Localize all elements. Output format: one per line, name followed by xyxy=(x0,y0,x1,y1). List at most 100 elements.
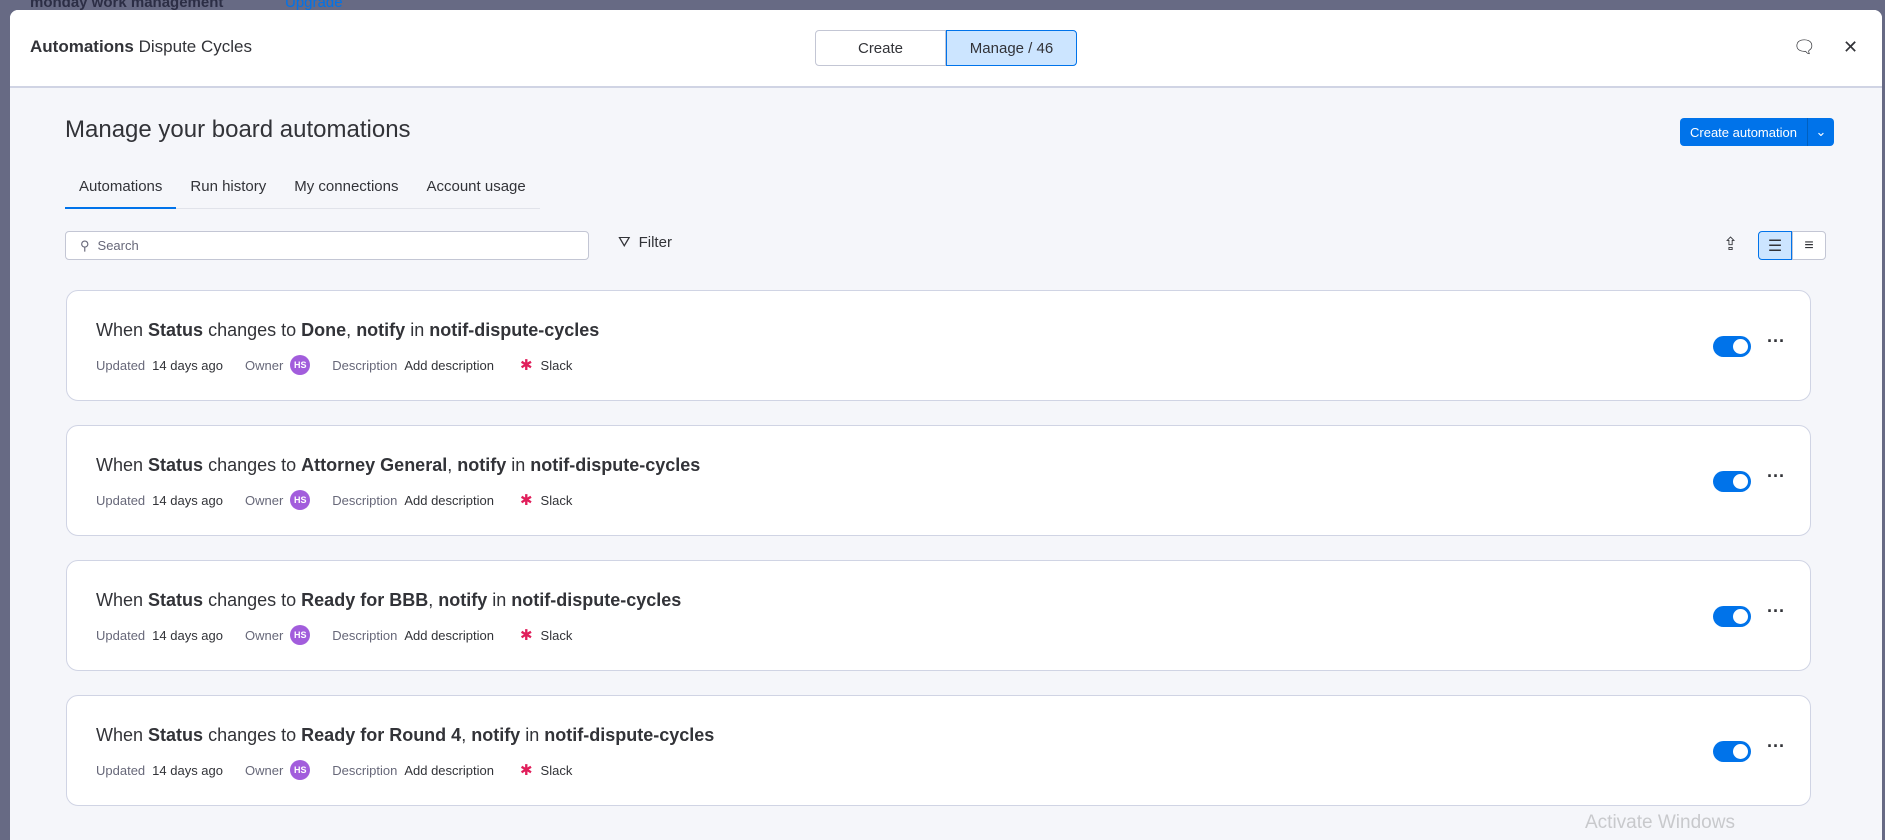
more-options-icon[interactable]: ··· xyxy=(1767,331,1785,352)
slack-icon: ✱ xyxy=(519,627,533,644)
recipe-text: When xyxy=(96,590,144,610)
tab-account-usage[interactable]: Account usage xyxy=(412,174,539,208)
recipe-text: When xyxy=(96,725,144,745)
automation-recipe[interactable]: When Status changes to Attorney General,… xyxy=(96,455,700,476)
avatar[interactable]: HS xyxy=(290,355,311,375)
recipe-value: Attorney General xyxy=(301,455,448,475)
view-switch: ☰ ≡ xyxy=(1758,231,1826,260)
chevron-down-icon[interactable]: ⌄ xyxy=(1808,118,1834,146)
description-label: Description xyxy=(332,492,398,508)
tabs: Automations Run history My connections A… xyxy=(65,174,540,209)
filter-icon: ⛛ xyxy=(618,234,631,251)
export-icon[interactable]: ⇪ xyxy=(1723,234,1738,255)
slack-icon: ✱ xyxy=(519,357,533,374)
automation-toggle[interactable] xyxy=(1713,741,1751,762)
integration-name: Slack xyxy=(540,762,573,778)
automation-card[interactable]: When Status changes to Ready for BBB, no… xyxy=(66,560,1811,671)
recipe-text: in xyxy=(511,455,526,475)
scroll-up-icon[interactable]: ▲ xyxy=(1881,300,1882,310)
automation-recipe[interactable]: When Status changes to Done, notify in n… xyxy=(96,320,599,341)
automations-modal: Automations Dispute Cycles Create Manage… xyxy=(10,10,1882,840)
recipe-value: Ready for Round 4 xyxy=(301,725,462,745)
avatar[interactable]: HS xyxy=(290,760,311,780)
automation-card[interactable]: When Status changes to Done, notify in n… xyxy=(66,290,1811,401)
updated-value: 14 days ago xyxy=(152,357,223,373)
recipe-text: When xyxy=(96,320,144,340)
recipe-action: notify xyxy=(438,590,488,610)
search-placeholder: Search xyxy=(97,238,139,253)
create-automation-button[interactable]: Create automation ⌄ xyxy=(1680,118,1834,146)
board-name: Dispute Cycles xyxy=(138,37,252,56)
filter-label: Filter xyxy=(638,234,672,251)
recipe-value: Done xyxy=(301,320,347,340)
more-options-icon[interactable]: ··· xyxy=(1767,736,1785,757)
create-tab[interactable]: Create xyxy=(815,30,946,66)
owner-label: Owner xyxy=(245,762,284,778)
updated-label: Updated xyxy=(96,762,146,778)
automation-card[interactable]: When Status changes to Attorney General,… xyxy=(66,425,1811,536)
tab-my-connections[interactable]: My connections xyxy=(280,174,412,208)
add-description-link[interactable]: Add description xyxy=(404,763,494,778)
integration-name: Slack xyxy=(540,627,573,643)
recipe-text: in xyxy=(525,725,540,745)
add-description-link[interactable]: Add description xyxy=(404,358,494,373)
add-description-link[interactable]: Add description xyxy=(404,493,494,508)
feedback-icon[interactable]: 🗨 xyxy=(1793,37,1816,58)
automation-meta: Updated 14 days ago Owner HS Description Ad… xyxy=(96,760,572,780)
modal-title: Automations Dispute Cycles xyxy=(30,37,252,57)
avatar[interactable]: HS xyxy=(290,625,311,645)
recipe-text: changes to xyxy=(208,725,297,745)
avatar[interactable]: HS xyxy=(290,490,311,510)
filter-button[interactable]: ⛛ Filter xyxy=(618,234,672,251)
recipe-text: changes to xyxy=(208,590,297,610)
windows-watermark: Activate Windows xyxy=(1585,812,1735,833)
more-options-icon[interactable]: ··· xyxy=(1767,466,1785,487)
title-automations: Automations xyxy=(30,37,134,56)
mode-switch: Create Manage / 46 xyxy=(815,30,1077,66)
recipe-text: changes to xyxy=(208,455,297,475)
owner-label: Owner xyxy=(245,492,284,508)
card-view-icon[interactable]: ☰ xyxy=(1758,231,1792,260)
recipe-channel: notif-dispute-cycles xyxy=(530,455,701,475)
description-label: Description xyxy=(332,627,398,643)
automation-recipe[interactable]: When Status changes to Ready for Round 4… xyxy=(96,725,714,746)
manage-tab[interactable]: Manage / 46 xyxy=(946,30,1077,66)
recipe-channel: notif-dispute-cycles xyxy=(544,725,715,745)
recipe-channel: notif-dispute-cycles xyxy=(511,590,682,610)
automation-recipe[interactable]: When Status changes to Ready for BBB, no… xyxy=(96,590,681,611)
recipe-action: notify xyxy=(471,725,521,745)
recipe-field: Status xyxy=(148,320,204,340)
owner-label: Owner xyxy=(245,627,284,643)
recipe-text: in xyxy=(492,590,507,610)
updated-value: 14 days ago xyxy=(152,627,223,643)
recipe-text: in xyxy=(410,320,425,340)
add-description-link[interactable]: Add description xyxy=(404,628,494,643)
slack-icon: ✱ xyxy=(519,492,533,509)
updated-label: Updated xyxy=(96,492,146,508)
recipe-field: Status xyxy=(148,725,204,745)
close-icon[interactable]: ✕ xyxy=(1843,37,1858,58)
automation-card[interactable]: When Status changes to Ready for Round 4… xyxy=(66,695,1811,806)
recipe-action: notify xyxy=(457,455,507,475)
automation-toggle[interactable] xyxy=(1713,606,1751,627)
scrollbar[interactable]: ▲ xyxy=(1880,300,1882,840)
integration-name: Slack xyxy=(540,357,573,373)
description-label: Description xyxy=(332,357,398,373)
automation-meta: Updated 14 days ago Owner HS Description Ad… xyxy=(96,625,572,645)
updated-value: 14 days ago xyxy=(152,762,223,778)
more-options-icon[interactable]: ··· xyxy=(1767,601,1785,622)
updated-label: Updated xyxy=(96,357,146,373)
tab-run-history[interactable]: Run history xyxy=(176,174,280,208)
automation-toggle[interactable] xyxy=(1713,471,1751,492)
search-input[interactable]: ⚲ Search xyxy=(65,231,589,260)
recipe-channel: notif-dispute-cycles xyxy=(429,320,600,340)
tab-automations[interactable]: Automations xyxy=(65,174,177,209)
automation-meta: Updated 14 days ago Owner HS Description Ad… xyxy=(96,355,572,375)
updated-value: 14 days ago xyxy=(152,492,223,508)
recipe-field: Status xyxy=(148,455,204,475)
automation-toggle[interactable] xyxy=(1713,336,1751,357)
page-title: Manage your board automations xyxy=(65,116,411,143)
recipe-action: notify xyxy=(356,320,406,340)
list-view-icon[interactable]: ≡ xyxy=(1792,231,1826,260)
create-automation-label[interactable]: Create automation xyxy=(1680,118,1808,146)
